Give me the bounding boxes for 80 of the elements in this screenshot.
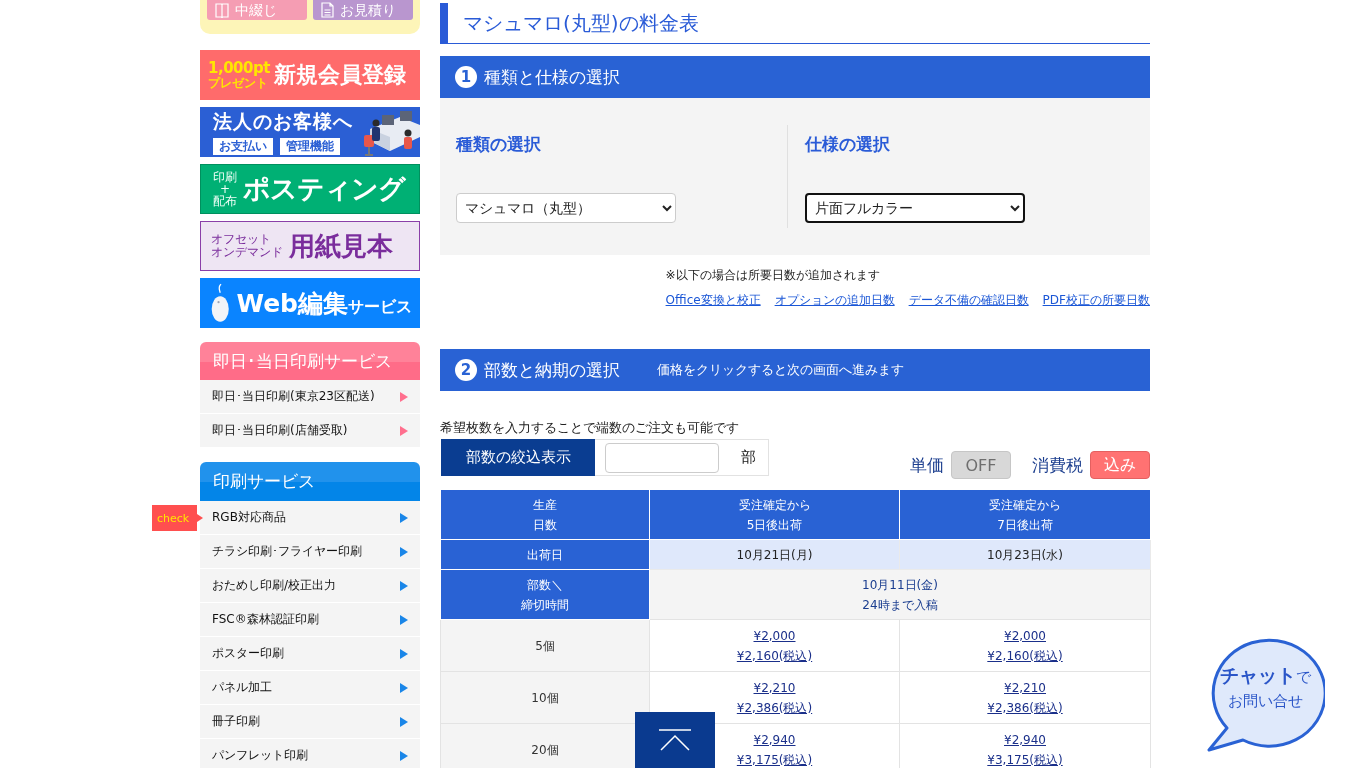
price-link[interactable]: ¥2,160(税込)	[736, 645, 813, 666]
select-heading: 種類の選択	[456, 133, 542, 156]
triangle-right-icon	[400, 716, 408, 727]
select-heading: 仕様の選択	[805, 133, 891, 156]
deadline-text: 24時まで入稿	[862, 596, 938, 614]
row-header: 10個	[440, 671, 650, 724]
document-icon	[321, 2, 334, 18]
feature-tag: 管理機能	[280, 138, 340, 155]
price-link[interactable]: ¥3,175(税込)	[987, 749, 1063, 768]
header-text: 受注確定から	[989, 496, 1061, 514]
section-subtitle: 価格をクリックすると次の画面へ進みます	[657, 361, 904, 379]
triangle-right-icon	[400, 580, 408, 591]
info-link[interactable]: PDF校正の所要日数	[1042, 292, 1150, 309]
row-header: 5個	[440, 619, 650, 672]
price-link[interactable]: ¥2,000	[753, 625, 796, 646]
price-link[interactable]: ¥2,386(税込)	[987, 697, 1063, 718]
table-cell: 10月23日(水)	[899, 539, 1151, 570]
section-title: 種類と仕様の選択	[484, 65, 620, 89]
triangle-right-icon	[400, 391, 408, 402]
feature-tag: お支払い	[213, 138, 273, 155]
page-title: マシュマロ(丸型)の料金表	[440, 3, 1150, 44]
menu-item[interactable]: チラシ印刷･フライヤー印刷	[200, 535, 420, 568]
price-link[interactable]: ¥2,940	[1004, 729, 1046, 750]
section-title: 部数と納期の選択	[484, 358, 620, 382]
price-link[interactable]: ¥2,386(税込)	[736, 697, 813, 718]
header-text: 7日後出荷	[997, 516, 1053, 534]
price-link[interactable]: ¥2,160(税込)	[987, 645, 1063, 666]
menu-item[interactable]: おためし印刷/校正出力	[200, 569, 420, 602]
triangle-right-icon	[400, 750, 408, 761]
step-number: 1	[455, 66, 477, 88]
triangle-right-icon	[400, 648, 408, 659]
info-link[interactable]: データ不備の確認日数	[908, 292, 1029, 309]
price-link[interactable]: ¥3,175(税込)	[736, 749, 813, 768]
price-link[interactable]: ¥2,210	[753, 677, 796, 698]
price-link[interactable]: ¥2,210	[1004, 677, 1046, 698]
menu-item[interactable]: RGB対応商品	[200, 501, 420, 534]
step-number: 2	[455, 359, 477, 381]
row-header: 出荷日	[440, 539, 650, 570]
triangle-right-icon	[400, 425, 408, 436]
triangle-right-icon	[400, 682, 408, 693]
info-link[interactable]: オプションの追加日数	[774, 292, 895, 309]
chevron-up-icon	[659, 729, 691, 751]
table-cell: 10月21日(月)	[649, 539, 900, 570]
web-editing-banner[interactable]: Web編集サービス	[200, 278, 420, 328]
header-text: 生産	[533, 496, 557, 514]
toggle-label: 消費税	[1032, 453, 1083, 477]
menu-item[interactable]: パンフレット印刷	[200, 739, 420, 768]
header-text: 締切時間	[521, 596, 569, 614]
check-tag: check	[152, 505, 203, 531]
note-text: ※以下の場合は所要日数が追加されます	[665, 267, 881, 284]
menu-item[interactable]: 冊子印刷	[200, 705, 420, 738]
deadline-text: 10月11日(金)	[862, 576, 938, 594]
toggle-button[interactable]: OFF	[951, 451, 1011, 479]
menu-header: 印刷サービス	[200, 462, 420, 501]
header-text: 5日後出荷	[746, 516, 803, 534]
dropdown-select[interactable]: マシュマロ（丸型）	[456, 193, 676, 223]
toggle-label: 単価	[910, 453, 944, 477]
menu-header: 即日･当日印刷サービス	[200, 342, 420, 380]
triangle-right-icon	[400, 614, 408, 625]
hint-text: 希望枚数を入力することで端数のご注文も可能です	[440, 419, 740, 437]
back-to-top-button[interactable]	[635, 712, 715, 768]
filter-button[interactable]: 部数の絞込表示	[441, 439, 595, 476]
book-icon	[215, 2, 229, 18]
triangle-right-icon	[400, 546, 408, 557]
dropdown-select[interactable]: 片面フルカラー	[805, 193, 1025, 223]
menu-item[interactable]: パネル加工	[200, 671, 420, 704]
triangle-right-icon	[400, 512, 408, 523]
unit-label: 部	[741, 448, 756, 467]
menu-item[interactable]: FSC®森林認証印刷	[200, 603, 420, 636]
menu-item[interactable]: ポスター印刷	[200, 637, 420, 670]
price-link[interactable]: ¥2,000	[1004, 625, 1046, 646]
price-link[interactable]: ¥2,940	[753, 729, 796, 750]
header-text: 受注確定から	[738, 496, 811, 514]
header-text: 部数＼	[527, 576, 563, 594]
corporate-banner[interactable]: 法人のお客様へ お支払い 管理機能	[200, 107, 420, 157]
info-link[interactable]: Office変換と校正	[665, 292, 761, 309]
menu-item[interactable]: 即日･当日印刷(東京23区配送)	[200, 380, 420, 413]
quantity-input[interactable]	[605, 442, 719, 473]
header-text: 日数	[533, 516, 557, 534]
menu-item[interactable]: 即日･当日印刷(店舗受取)	[200, 414, 420, 447]
